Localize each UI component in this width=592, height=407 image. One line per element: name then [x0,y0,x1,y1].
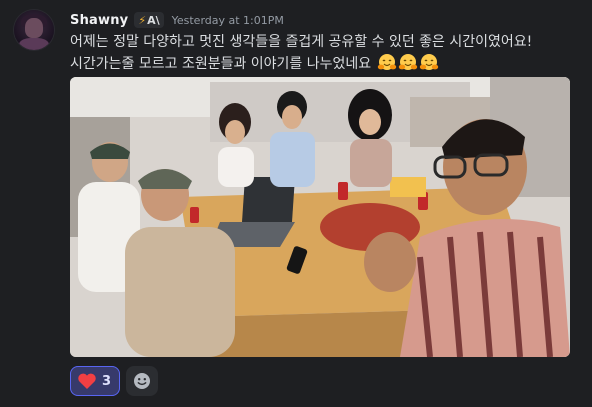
message-container: Shawny ⚡ A\ Yesterday at 1:01PM 어제는 정말 다… [0,0,592,407]
add-reaction-button[interactable] [126,366,159,396]
hugging-face-emoji [398,54,417,70]
add-reaction-icon [134,373,151,389]
reaction-heart[interactable]: 3 [70,366,121,396]
avatar-face [25,18,43,38]
lightning-bolt-icon: ⚡ [138,13,147,27]
hugging-face-emoji [419,54,438,70]
reactions-bar: 3 [70,366,159,396]
group-photo-image [70,77,570,357]
message-line-2: 시간가는줄 모르고 조원분들과 이야기를 나누었네요 [70,53,580,75]
message-line-1: 어제는 정말 다양하고 멋진 생각들을 즐겁게 공유할 수 있던 좋은 시간이였… [70,34,533,50]
red-heart-icon [78,373,96,389]
message-text: 어제는 정말 다양하고 멋진 생각들을 즐겁게 공유할 수 있던 좋은 시간이였… [70,32,580,75]
author-name[interactable]: Shawny [70,13,128,28]
message-line-2-text: 시간가는줄 모르고 조원분들과 이야기를 나누었네요 [70,56,372,72]
hugging-face-emoji [377,54,396,70]
timestamp[interactable]: Yesterday at 1:01PM [172,14,284,27]
user-badge[interactable]: ⚡ A\ [134,12,164,28]
image-attachment[interactable] [70,77,570,357]
message-header: Shawny ⚡ A\ Yesterday at 1:01PM [70,11,284,29]
avatar-body [19,38,49,50]
reaction-count: 3 [102,373,112,389]
badge-text: A\ [147,13,160,27]
avatar[interactable] [14,10,54,50]
